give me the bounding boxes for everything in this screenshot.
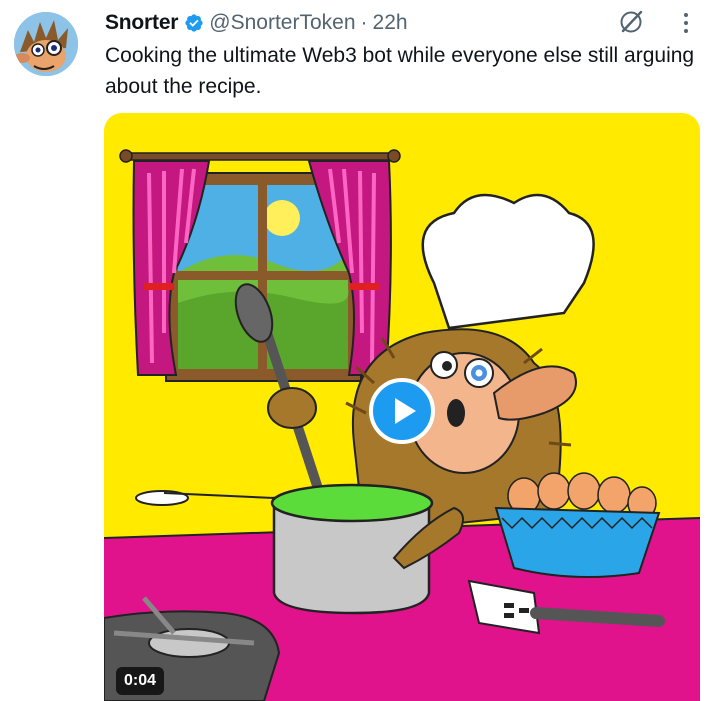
verified-badge-icon[interactable] <box>184 13 204 33</box>
avatar[interactable] <box>14 12 78 76</box>
more-vertical-icon[interactable] <box>676 9 696 37</box>
avatar-image <box>14 12 78 76</box>
play-button[interactable] <box>369 378 435 444</box>
tweet-text: Cooking the ultimate Web3 bot while ever… <box>105 44 695 98</box>
handle[interactable]: @SnorterToken <box>209 11 355 35</box>
tweet-header: Snorter @SnorterToken · 22h <box>105 10 408 36</box>
separator-dot: · <box>360 11 368 34</box>
video-duration: 0:04 <box>116 667 165 695</box>
display-name[interactable]: Snorter <box>105 11 178 35</box>
grok-icon[interactable] <box>616 7 646 37</box>
timestamp[interactable]: 22h <box>373 11 408 35</box>
